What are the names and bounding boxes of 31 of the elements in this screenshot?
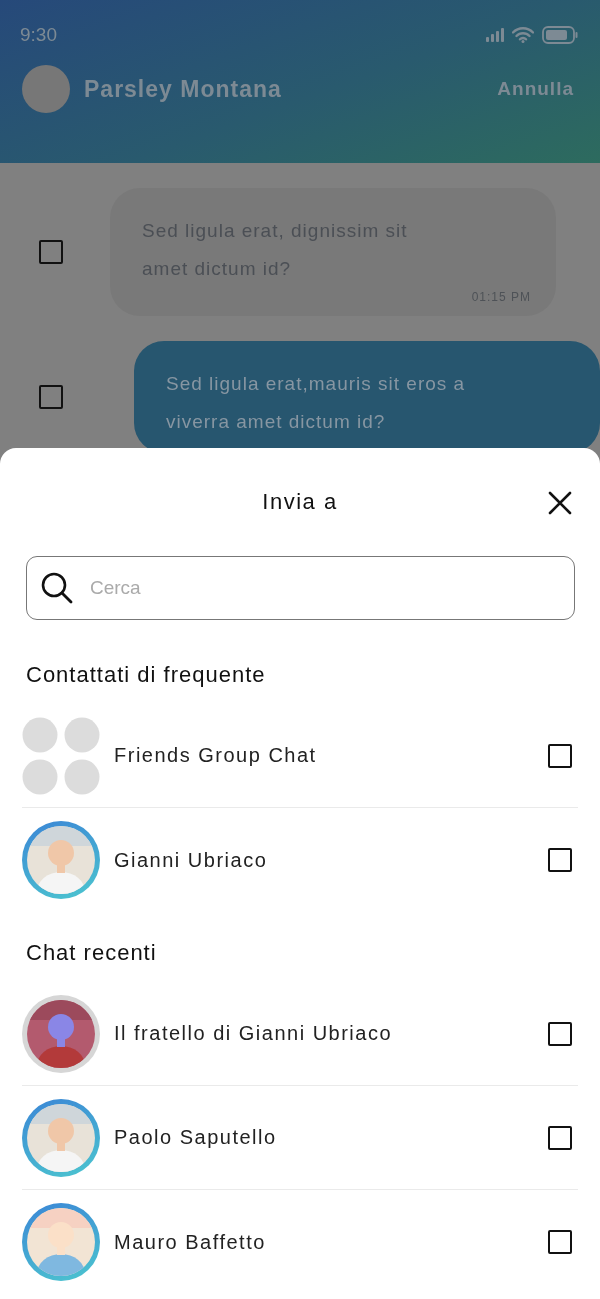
contact-name: Gianni Ubriaco bbox=[114, 848, 269, 872]
section-heading: Chat recenti bbox=[26, 940, 158, 966]
contact-name: Il fratello di Gianni Ubriaco bbox=[114, 1022, 394, 1045]
checkbox[interactable] bbox=[39, 385, 63, 409]
contact-name: Paolo Saputello bbox=[114, 1126, 278, 1149]
group-avatar-icon bbox=[22, 716, 100, 795]
checkbox[interactable] bbox=[548, 743, 572, 768]
contact-name: Parsley Montana bbox=[84, 75, 283, 103]
checkbox[interactable] bbox=[39, 240, 63, 264]
avatar bbox=[22, 65, 70, 113]
checkbox[interactable] bbox=[548, 848, 572, 872]
contact-row[interactable]: Mauro Baffetto bbox=[22, 1190, 578, 1294]
message-text: Sed ligula erat,mauris sit eros a viverra amet dictum id? bbox=[166, 372, 467, 434]
wifi-icon bbox=[512, 27, 534, 43]
contact-row[interactable]: Friends Group Chat bbox=[22, 704, 578, 808]
contact-row[interactable]: Paolo Saputello bbox=[22, 1086, 578, 1190]
checkbox[interactable] bbox=[548, 1125, 572, 1150]
close-icon[interactable] bbox=[548, 491, 572, 515]
signal-icon bbox=[486, 28, 504, 42]
search-icon bbox=[40, 571, 74, 605]
section-heading: Contattati di frequente bbox=[26, 662, 267, 688]
contact-name: Mauro Baffetto bbox=[114, 1230, 267, 1254]
contact-row[interactable]: Il fratello di Gianni Ubriaco bbox=[22, 982, 578, 1086]
status-time: 9:30 bbox=[20, 24, 57, 46]
battery-icon bbox=[542, 26, 578, 44]
contact-name: Friends Group Chat bbox=[114, 744, 318, 767]
search-field[interactable]: Cerca bbox=[26, 556, 575, 620]
contact-row[interactable]: Gianni Ubriaco bbox=[22, 808, 578, 912]
checkbox[interactable] bbox=[548, 1230, 572, 1254]
sheet-title: Invia a bbox=[262, 489, 338, 515]
checkbox[interactable] bbox=[548, 1021, 572, 1046]
